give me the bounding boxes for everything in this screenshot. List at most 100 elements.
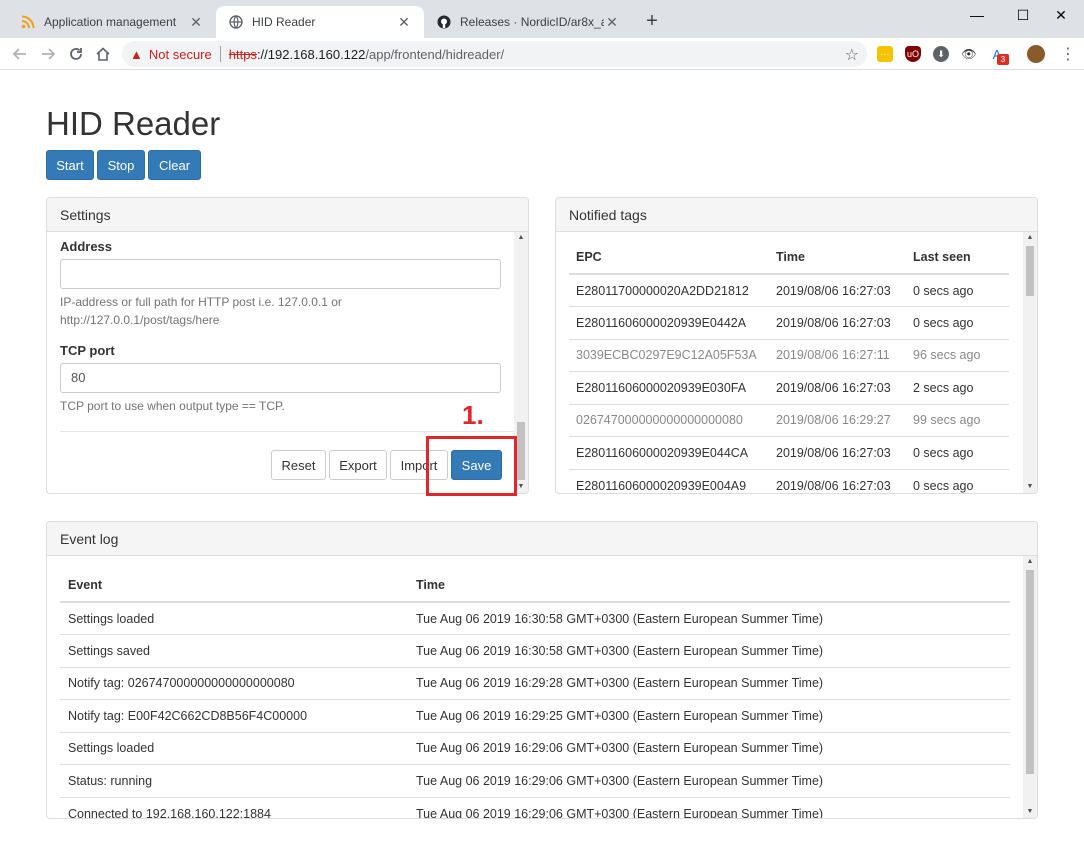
table-header-row: Event Time	[60, 568, 1010, 602]
epc-cell: E28011606000020939E004A9	[576, 478, 747, 493]
event-cell: Notify tag: 026747000000000000000080	[68, 676, 295, 691]
stop-button[interactable]: Stop	[97, 150, 145, 180]
event-log-heading: Event log	[47, 522, 1037, 556]
tab-title: Releases · NordicID/ar8x_app_hid	[460, 15, 604, 29]
rss-icon	[20, 14, 36, 30]
bookmark-star-icon[interactable]: ☆	[845, 45, 859, 65]
table-row: E28011606000020939E0442A 2019/08/06 16:27…	[569, 306, 1009, 340]
tags-table-body: E28011700000020A2DD21812 2019/08/06 16:27…	[569, 274, 1009, 493]
time-cell: Tue Aug 06 2019 16:29:06 GMT+0300 (Easte…	[416, 741, 824, 756]
home-icon[interactable]	[91, 42, 115, 66]
notified-tags-panel: Notified tags EPC Time Last seen E280117…	[555, 197, 1038, 494]
back-icon[interactable]	[8, 42, 32, 66]
divider	[60, 431, 514, 432]
url-host: ://192.168.160.122	[256, 46, 366, 62]
table-row: Settings saved Tue Aug 06 2019 16:30:58 G…	[60, 634, 1010, 668]
close-window-icon[interactable]: ✕	[1038, 0, 1084, 30]
github-icon	[436, 14, 452, 30]
table-header-row: EPC Time Last seen	[569, 240, 1009, 274]
time-cell: 2019/08/06 16:27:03	[776, 380, 891, 395]
time-cell: 2019/08/06 16:27:03	[776, 315, 891, 330]
time-cell: Tue Aug 06 2019 16:29:28 GMT+0300 (Easte…	[416, 676, 824, 691]
warning-triangle-icon: ▲	[130, 46, 143, 62]
browser-toolbar: ▲ Not secure https ://192.168.160.122 /a…	[0, 38, 1084, 70]
table-row: E28011700000020A2DD21812 2019/08/06 16:27…	[569, 274, 1009, 307]
epc-cell: E28011606000020939E030FA	[576, 380, 747, 395]
event-cell: Connected to 192.168.160.122:1884	[68, 806, 271, 819]
last-seen-cell: 0 secs ago	[913, 445, 974, 460]
column-header: Last seen	[913, 249, 971, 264]
menu-kebab-icon[interactable]: ⋮	[1060, 44, 1076, 64]
address-bar[interactable]: ▲ Not secure https ://192.168.160.122 /a…	[122, 41, 867, 67]
tcp-port-input[interactable]: 80	[60, 363, 501, 393]
time-cell: Tue Aug 06 2019 16:30:58 GMT+0300 (Easte…	[416, 643, 824, 658]
event-cell: Settings loaded	[68, 741, 155, 756]
minimize-icon[interactable]: —	[954, 0, 1000, 30]
scroll-down-arrow-icon[interactable]: ▼	[1023, 481, 1037, 493]
event-log-panel: Event log Event Time Settings loaded Tue …	[46, 521, 1038, 819]
table-row: Connected to 192.168.160.122:1884 Tue Aug…	[60, 797, 1010, 818]
scrollbar-thumb[interactable]	[1026, 570, 1034, 774]
ublock-icon[interactable]: uO	[905, 46, 921, 62]
time-cell: Tue Aug 06 2019 16:29:06 GMT+0300 (Easte…	[416, 806, 824, 819]
reset-button[interactable]: Reset	[271, 450, 326, 480]
scroll-up-arrow-icon[interactable]: ▲	[514, 232, 528, 244]
page-content: HID Reader Start Stop Clear Settings Add…	[0, 71, 1084, 864]
column-header: Time	[776, 249, 805, 264]
close-icon[interactable]: ✕	[188, 14, 204, 30]
close-icon[interactable]: ✕	[396, 14, 412, 30]
scroll-down-arrow-icon[interactable]: ▼	[1023, 806, 1037, 818]
scroll-up-arrow-icon[interactable]: ▲	[1023, 556, 1037, 568]
new-tab-button[interactable]: +	[640, 10, 664, 34]
annotation-highlight-box	[426, 436, 517, 496]
epc-cell: E28011700000020A2DD21812	[576, 283, 749, 298]
address-input[interactable]	[60, 259, 501, 289]
table-row: E28011606000020939E044CA 2019/08/06 16:27…	[569, 436, 1009, 470]
epc-cell: E28011606000020939E044CA	[576, 445, 749, 460]
url-path: /app/frontend/hidreader/	[365, 46, 505, 62]
tab-application-management[interactable]: Application management ✕	[8, 6, 216, 38]
column-header: Time	[416, 577, 445, 592]
extension-eye-icon[interactable]: 👁	[961, 46, 977, 62]
table-row: 026747000000000000000080 2019/08/06 16:29…	[569, 404, 1009, 437]
close-icon[interactable]: ✕	[604, 14, 620, 30]
table-row: 3039ECBC0297E9C12A05F53A 2019/08/06 16:27…	[569, 339, 1009, 372]
table-row: Notify tag: E00F42C662CD8B56F4C00000 Tue …	[60, 699, 1010, 733]
event-log-body: Event Time Settings loaded Tue Aug 06 201…	[47, 556, 1037, 818]
notified-tags-body: EPC Time Last seen E28011700000020A2DD21…	[556, 232, 1037, 493]
start-button[interactable]: Start	[46, 150, 94, 180]
scroll-up-arrow-icon[interactable]: ▲	[1023, 232, 1037, 244]
tags-scrollbar[interactable]: ▲ ▼	[1023, 232, 1037, 493]
forward-icon[interactable]	[36, 42, 60, 66]
url-scheme: https	[228, 46, 257, 62]
download-icon[interactable]: ⬇	[933, 46, 949, 62]
time-cell: 2019/08/06 16:29:27	[776, 413, 891, 428]
event-cell: Settings loaded	[68, 611, 155, 626]
export-button[interactable]: Export	[329, 450, 387, 480]
event-log-scrollbar[interactable]: ▲ ▼	[1023, 556, 1037, 818]
avatar[interactable]	[1027, 45, 1045, 63]
time-cell: Tue Aug 06 2019 16:29:25 GMT+0300 (Easte…	[416, 708, 824, 723]
time-cell: 2019/08/06 16:27:11	[776, 348, 890, 363]
tcp-port-label: TCP port	[60, 343, 115, 358]
time-cell: Tue Aug 06 2019 16:30:58 GMT+0300 (Easte…	[416, 611, 824, 626]
address-help-line2: http://127.0.0.1/post/tags/here	[60, 313, 220, 327]
table-row: Settings loaded Tue Aug 06 2019 16:29:06 …	[60, 732, 1010, 765]
last-seen-cell: 2 secs ago	[913, 380, 974, 395]
scrollbar-thumb[interactable]	[1026, 246, 1034, 296]
time-cell: 2019/08/06 16:27:03	[776, 445, 891, 460]
extension-badge: 3	[997, 54, 1009, 65]
notified-tags-heading: Notified tags	[556, 198, 1037, 232]
tab-hid-reader[interactable]: HID Reader ✕	[216, 6, 424, 38]
settings-heading: Settings	[47, 198, 528, 232]
extension-note-icon[interactable]: ···	[877, 46, 893, 62]
reload-icon[interactable]	[64, 42, 88, 66]
tab-title: Application management	[44, 15, 177, 29]
table-row: E28011606000020939E004A9 2019/08/06 16:27…	[569, 469, 1009, 493]
scrollbar-thumb[interactable]	[517, 422, 525, 480]
column-header: EPC	[576, 249, 602, 264]
tab-releases[interactable]: Releases · NordicID/ar8x_app_hid ✕	[424, 6, 632, 38]
table-row: Notify tag: 026747000000000000000080 Tue …	[60, 667, 1010, 700]
clear-button[interactable]: Clear	[148, 150, 201, 180]
time-cell: 2019/08/06 16:27:03	[776, 283, 891, 298]
